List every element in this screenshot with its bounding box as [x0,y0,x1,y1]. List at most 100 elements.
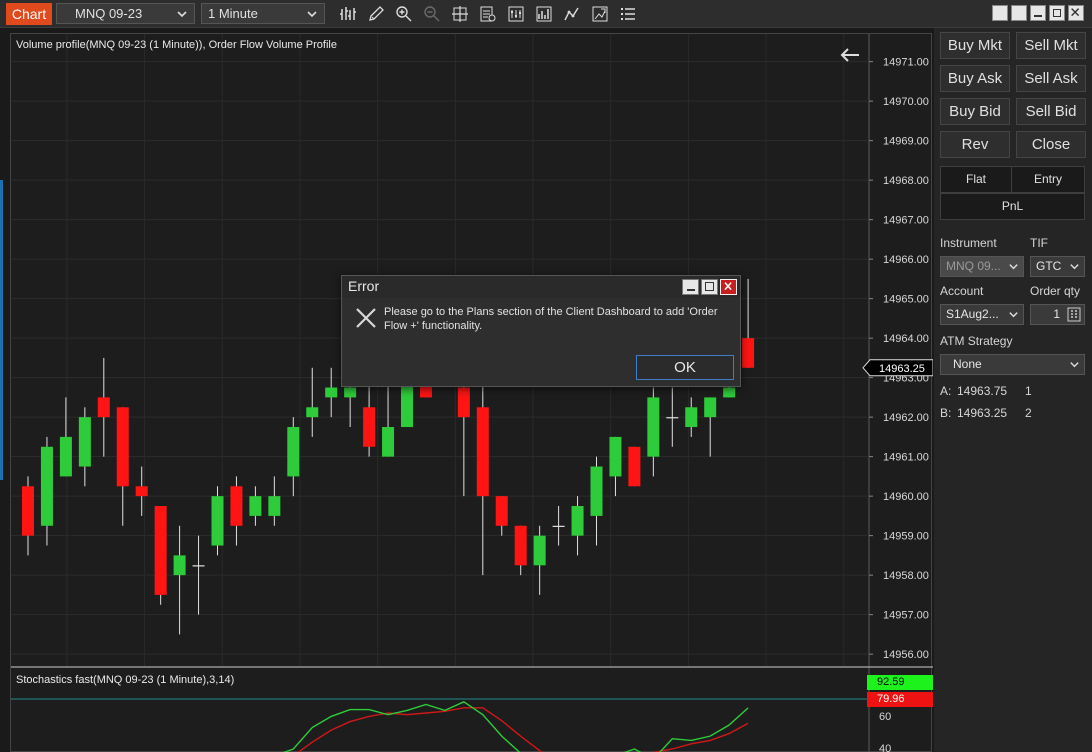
price-tick-label: 14964.00 [883,333,929,345]
instrument-selector-value: MNQ 09-23 [75,6,143,21]
candle-body [704,397,717,418]
candle-body [230,486,243,526]
price-tick-label: 14965.00 [883,294,929,306]
candle-body [344,387,357,398]
tif-select-value: GTC [1036,259,1062,273]
order-qty-value: 1 [1053,307,1060,321]
price-tick-label: 14958.00 [883,570,929,582]
bar-type-icon[interactable] [334,3,362,25]
dialog-close-icon[interactable] [720,279,737,295]
arrow-left-icon[interactable] [839,46,861,64]
candle-body [97,397,110,418]
instrument-select[interactable]: MNQ 09... [940,256,1024,277]
candle-body [363,407,376,447]
error-dialog-title: Error [348,278,380,294]
candle-body [192,565,205,567]
ask-size: 1 [1025,384,1032,398]
order-qty-input[interactable]: 1 [1030,304,1085,325]
rev-button[interactable]: Rev [940,131,1010,158]
ok-button[interactable]: OK [636,355,734,380]
indicators-icon[interactable] [558,3,586,25]
sell-ask-button[interactable]: Sell Ask [1016,65,1086,92]
price-tick-label: 14962.00 [883,412,929,424]
chart-trader-panel: Buy Mkt Sell Mkt Buy Ask Sell Ask Buy Bi… [934,28,1092,752]
error-dialog-titlebar[interactable]: Error [342,276,740,298]
price-tick-label: 14959.00 [883,531,929,543]
price-tick-label: 14969.00 [883,136,929,148]
bid-size: 2 [1025,406,1032,420]
error-message: Please go to the Plans section of the Cl… [384,306,718,332]
atm-strategy-label: ATM Strategy [940,334,1013,348]
dialog-maximize-icon[interactable] [701,279,718,295]
bid-price: 14963.25 [957,406,1008,420]
tile-left-icon[interactable] [992,5,1008,21]
instrument-label: Instrument [940,236,997,250]
desktop-edge [0,180,3,480]
candle-body [325,387,338,398]
ask-prefix: A: [940,384,952,398]
window-close-icon[interactable] [1068,5,1084,21]
atm-strategy-select[interactable]: None [940,354,1085,375]
window-controls [992,5,1084,21]
sell-mkt-button[interactable]: Sell Mkt [1016,32,1086,59]
account-select[interactable]: S1Aug2... [940,304,1024,325]
candle-body [495,496,508,526]
error-dialog: Error Please go to the Plans section of … [341,275,741,387]
price-tick-label: 14957.00 [883,610,929,622]
buy-mkt-button[interactable]: Buy Mkt [940,32,1010,59]
entry-cell: Entry [1011,166,1085,193]
candle-body [533,535,546,566]
qty-stepper-icon[interactable] [1067,307,1081,322]
maximize-icon[interactable] [1049,5,1065,21]
candle-body [476,407,489,497]
sell-bid-button[interactable]: Sell Bid [1016,98,1086,125]
stoch-panel-label: Stochastics fast(MNQ 09-23 (1 Minute),3,… [16,674,235,686]
data-box-icon[interactable] [474,3,502,25]
properties-icon[interactable] [502,3,530,25]
candle-body [685,407,698,428]
list-icon[interactable] [614,3,642,25]
instrument-selector[interactable]: MNQ 09-23 [56,3,195,24]
chart-tab[interactable]: Chart [6,3,52,25]
chart-panel[interactable]: 14971.00 14970.00 14969.00 14968.00 14967.00… [10,33,933,752]
interval-selector[interactable]: 1 Minute [201,3,325,24]
chart-canvas[interactable]: 14971.00 14970.00 14969.00 14968.00 14967.00… [11,34,933,752]
candle-body [609,436,622,477]
stoch-k-line [282,701,749,752]
chevron-down-icon [307,11,317,18]
strategies-icon[interactable] [530,3,558,25]
zoom-in-icon[interactable] [390,3,418,25]
price-tick-label: 14967.00 [883,215,929,227]
buy-bid-button[interactable]: Buy Bid [940,98,1010,125]
candle-body [647,397,660,457]
price-tick-label: 14956.00 [883,649,929,661]
minimize-icon[interactable] [1030,5,1046,21]
chevron-down-icon [1070,362,1079,368]
account-label: Account [940,284,984,298]
snapshot-icon[interactable] [586,3,614,25]
candle-body [249,496,262,516]
candle-body [590,466,603,516]
chevron-down-icon [1070,264,1079,270]
tile-right-icon[interactable] [1011,5,1027,21]
chart-window: Chart MNQ 09-23 1 Minute 14971.00 14970.… [0,0,1092,752]
interval-selector-value: 1 Minute [208,6,258,21]
instrument-select-value: MNQ 09... [946,259,1001,273]
close-position-button[interactable]: Close [1016,131,1086,158]
tif-select[interactable]: GTC [1030,256,1085,277]
atm-strategy-value: None [953,357,982,371]
candle-body [59,436,72,477]
candle-body [306,407,319,418]
candle-body [514,525,527,566]
price-tick-label: 14961.00 [883,452,929,464]
dialog-minimize-icon[interactable] [682,279,699,295]
pnl-cell: PnL [940,193,1085,220]
error-x-icon [356,308,376,328]
draw-tool-icon[interactable] [362,3,390,25]
crosshair-icon[interactable] [446,3,474,25]
price-panel-label: Volume profile(MNQ 09-23 (1 Minute)), Or… [16,39,337,51]
flat-cell: Flat [940,166,1012,193]
zoom-out-icon[interactable] [418,3,446,25]
buy-ask-button[interactable]: Buy Ask [940,65,1010,92]
candle-body [22,486,34,536]
